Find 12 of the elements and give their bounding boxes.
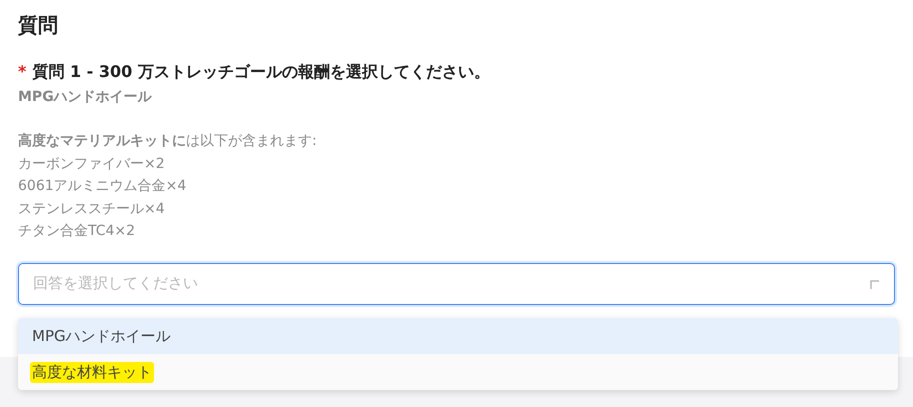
description-line: 高度なマテリアルキットには以下が含まれます: xyxy=(18,132,318,151)
required-mark: * xyxy=(18,61,26,83)
question-subtitle: MPGハンドホイール xyxy=(18,88,153,107)
description-line: カーボンファイバー×2 xyxy=(18,154,166,174)
dropdown-option[interactable]: MPGハンドホイール xyxy=(18,318,898,354)
question-label: 質問 1 - 300 万ストレッチゴールの報酬を選択してください。 xyxy=(32,61,490,83)
description-line: ステンレススチール×4 xyxy=(18,200,166,218)
description-line: 6061アルミニウム合金×4 xyxy=(18,177,188,196)
section-title: 質問 xyxy=(18,12,59,39)
dropdown-option[interactable]: 高度な材料キット xyxy=(18,354,898,390)
caret-icon xyxy=(870,278,880,288)
description-line: チタン合金TC4×2 xyxy=(18,222,136,241)
